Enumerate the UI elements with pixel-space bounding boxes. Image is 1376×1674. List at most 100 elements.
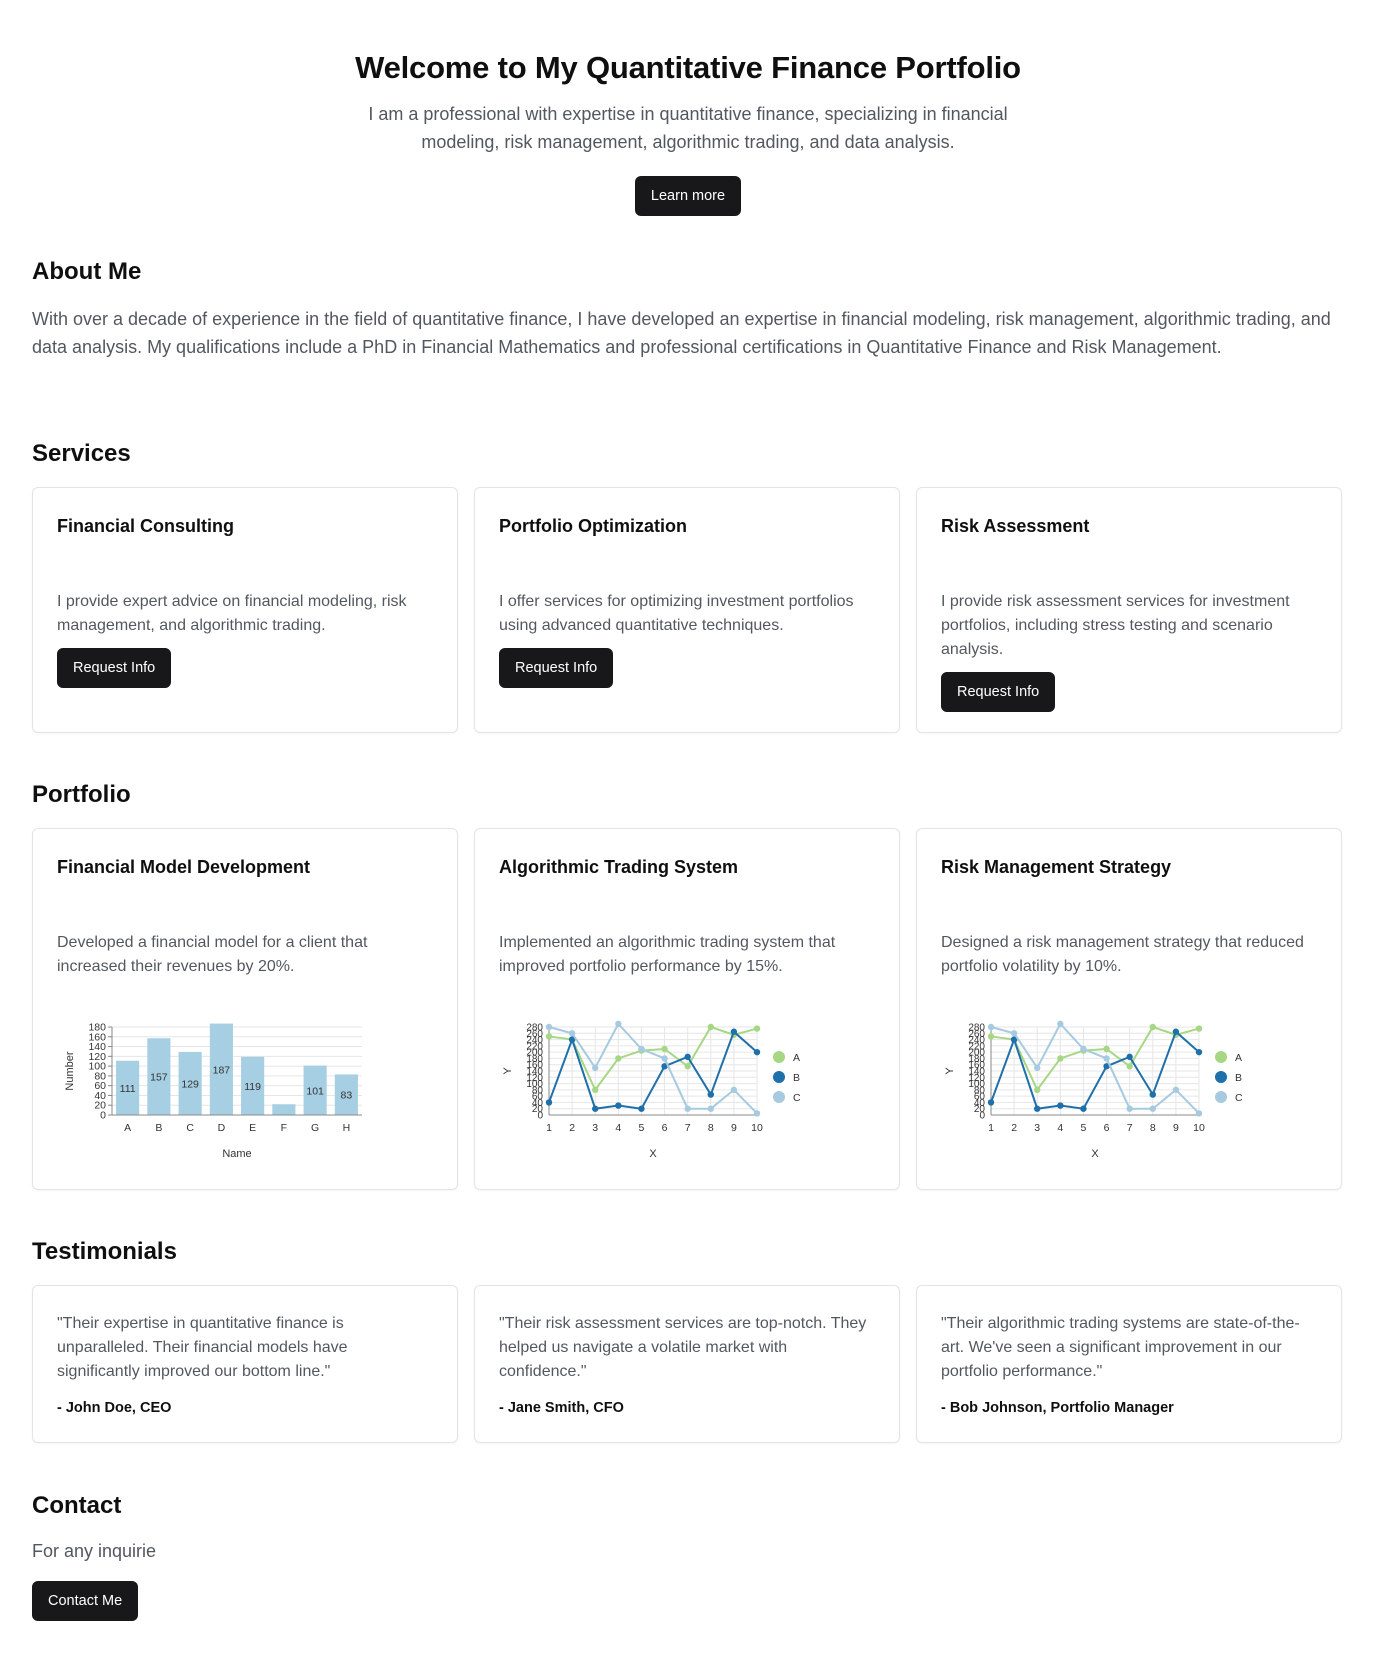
legend-label: B <box>793 1072 800 1084</box>
data-point <box>684 1063 691 1070</box>
y-tick-label: 280 <box>526 1023 543 1034</box>
y-axis-label: Y <box>944 1067 956 1075</box>
portfolio-grid: Financial Model Development Developed a … <box>32 828 1342 1190</box>
data-point <box>1149 1023 1156 1031</box>
portfolio-title: Risk Management Strategy <box>941 857 1172 877</box>
bar <box>272 1104 296 1115</box>
data-point <box>615 1055 622 1062</box>
bar-data-label: 129 <box>181 1078 199 1090</box>
x-tick-label: 9 <box>1173 1122 1179 1134</box>
service-card: Risk Assessment I provide risk assessmen… <box>916 487 1342 733</box>
portfolio-description: Developed a financial model for a client… <box>57 934 368 975</box>
contact-section: Contact For any inquirie Contact Me <box>32 1491 1342 1621</box>
line-chart: 0204060801001201401601802002202402602801… <box>944 1020 1243 1160</box>
x-tick-label: 10 <box>1193 1122 1205 1134</box>
data-point <box>545 1099 553 1106</box>
x-tick-label: 1 <box>546 1122 552 1134</box>
data-point <box>1057 1102 1064 1109</box>
data-point <box>592 1064 599 1072</box>
data-point <box>1034 1086 1041 1094</box>
contact-me-button[interactable]: Contact Me <box>32 1581 139 1621</box>
y-axis-label: Y <box>502 1067 514 1075</box>
data-point <box>1172 1086 1180 1094</box>
y-tick-label: 180 <box>88 1022 106 1034</box>
x-tick-label: 4 <box>1057 1122 1063 1134</box>
data-point <box>987 1099 995 1106</box>
hero-subtitle: I am a professional with expertise in qu… <box>368 104 1008 152</box>
data-point <box>661 1045 668 1053</box>
service-card: Portfolio Optimization I offer services … <box>474 487 900 733</box>
data-point <box>684 1053 691 1061</box>
data-point <box>707 1023 714 1031</box>
legend-label: B <box>1235 1072 1242 1084</box>
service-title: Risk Assessment <box>941 516 1090 536</box>
data-point <box>1126 1105 1133 1112</box>
testimonial-quote: "Their expertise in quantitative finance… <box>57 1315 348 1380</box>
x-tick-label: C <box>186 1122 194 1134</box>
x-tick-label: E <box>249 1122 256 1134</box>
request-info-button[interactable]: Request Info <box>499 648 614 688</box>
y-axis-label: Number <box>64 1051 76 1090</box>
x-tick-label: 6 <box>1104 1122 1110 1134</box>
legend-label: C <box>793 1092 801 1104</box>
x-tick-label: 1 <box>988 1122 994 1134</box>
data-point <box>1172 1028 1180 1035</box>
legend-swatch <box>1215 1091 1227 1103</box>
service-description: I provide risk assessment services for i… <box>941 593 1290 658</box>
data-point <box>1103 1055 1110 1062</box>
x-tick-label: B <box>155 1122 162 1134</box>
portfolio-card: Algorithmic Trading System Implemented a… <box>474 828 900 1190</box>
data-point <box>707 1091 714 1098</box>
portfolio-heading: Portfolio <box>32 781 131 808</box>
learn-more-button[interactable]: Learn more <box>634 176 742 216</box>
about-heading: About Me <box>32 258 142 285</box>
data-point <box>1126 1053 1133 1061</box>
x-axis-label: X <box>649 1148 657 1160</box>
data-point <box>661 1055 668 1062</box>
data-point <box>545 1023 553 1031</box>
testimonial-author: - Bob Johnson, Portfolio Manager <box>941 1400 1174 1416</box>
hero-section: Welcome to My Quantitative Finance Portf… <box>0 0 1376 216</box>
testimonial-quote: "Their algorithmic trading systems are s… <box>941 1315 1300 1380</box>
data-point <box>1195 1110 1203 1117</box>
about-section: About Me With over a decade of experienc… <box>32 257 1342 361</box>
x-tick-label: F <box>281 1122 287 1134</box>
about-text: With over a decade of experience in the … <box>32 309 1331 357</box>
data-point <box>684 1105 691 1112</box>
data-point <box>1195 1025 1203 1032</box>
legend-label: C <box>1235 1092 1243 1104</box>
x-tick-label: A <box>124 1122 131 1134</box>
request-info-button[interactable]: Request Info <box>57 648 172 688</box>
data-point <box>615 1102 622 1109</box>
testimonials-heading: Testimonials <box>32 1238 177 1265</box>
request-info-button[interactable]: Request Info <box>941 672 1056 712</box>
testimonials-grid: "Their expertise in quantitative finance… <box>32 1285 1342 1443</box>
x-axis-label: X <box>1091 1148 1099 1160</box>
data-point <box>1195 1048 1203 1056</box>
x-tick-label: 3 <box>1034 1122 1040 1134</box>
data-point <box>638 1045 645 1053</box>
contact-text: For any inquirie <box>32 1541 157 1561</box>
x-tick-label: 2 <box>569 1122 575 1134</box>
legend-swatch <box>1215 1051 1227 1063</box>
testimonial-quote: "Their risk assessment services are top-… <box>499 1315 867 1380</box>
data-point <box>1080 1045 1087 1053</box>
data-point <box>1034 1105 1041 1112</box>
testimonial-author: - John Doe, CEO <box>57 1400 172 1416</box>
data-point <box>1057 1020 1064 1028</box>
line-chart: 0204060801001201401601802002202402602801… <box>502 1020 801 1160</box>
testimonial-card: "Their risk assessment services are top-… <box>474 1285 900 1443</box>
x-tick-label: 9 <box>731 1122 737 1134</box>
bar-chart: 020406080100120140160180111A157B129C187D… <box>64 1022 362 1160</box>
data-point <box>753 1048 761 1056</box>
x-tick-label: 4 <box>615 1122 621 1134</box>
data-point <box>615 1020 622 1028</box>
x-axis-label: Name <box>222 1148 251 1160</box>
x-tick-label: 7 <box>1127 1122 1133 1134</box>
y-tick-label: 280 <box>968 1023 985 1034</box>
bar-data-label: 83 <box>341 1090 353 1102</box>
data-point <box>707 1105 714 1112</box>
data-point <box>753 1025 761 1032</box>
data-point <box>1034 1064 1041 1072</box>
legend-label: A <box>1235 1052 1242 1064</box>
